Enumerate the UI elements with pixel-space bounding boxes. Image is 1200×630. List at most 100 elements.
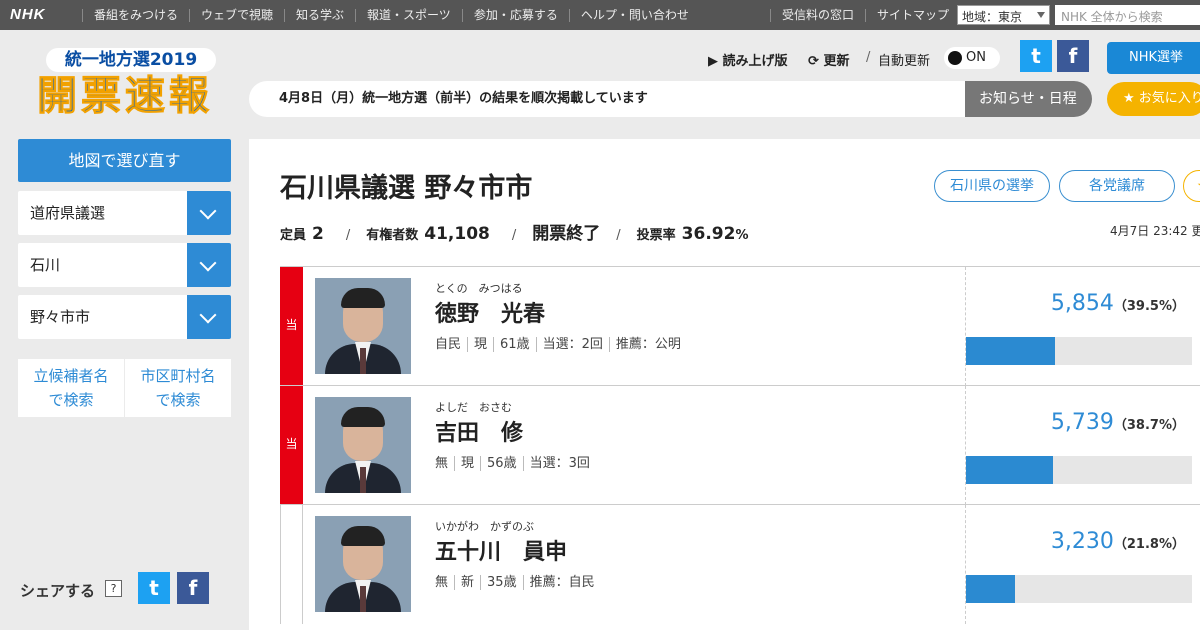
candidate-info-item: 推薦：自民: [522, 575, 601, 590]
share-label: シェアする: [20, 582, 96, 600]
district-select[interactable]: 野々市市: [18, 295, 231, 339]
prefecture-value: 石川: [30, 256, 61, 274]
candidate-info-item: 新: [454, 575, 481, 590]
candidate-name[interactable]: 吉田 修: [435, 415, 523, 447]
auto-refresh-toggle[interactable]: ON: [944, 47, 1000, 69]
candidate-row[interactable]: 当 よしだ おさむ 吉田 修無現 56歳 当選：3回 5,739（38.7%）: [280, 385, 1200, 505]
page-title: 石川県議選 野々市市: [280, 173, 533, 204]
candidate-info-item: 無: [435, 456, 449, 471]
candidate-row[interactable]: 当 とくの みつはる 徳野 光春 自民現 61歳 当選：2回 推薦：公明 5,854（39.5…: [280, 266, 1200, 386]
share-help-icon[interactable]: ?: [105, 580, 122, 597]
notice-schedule-button[interactable]: お知らせ・日程: [965, 81, 1092, 117]
vote-share-fill: [966, 337, 1056, 365]
seats-value: 2: [312, 224, 324, 244]
nav-fee-window[interactable]: 受信料の窓口: [770, 8, 865, 22]
vote-result: 5,739（38.7%）: [965, 386, 1200, 505]
vote-result: 5,854（39.5%）: [965, 267, 1200, 386]
search-by-candidate-button[interactable]: 立候補者名 で検索: [18, 359, 124, 417]
candidate-info-item: 現: [467, 337, 494, 352]
vote-count: 3,230: [1050, 529, 1114, 554]
candidate-info: 無新 35歳 推薦：自民: [435, 571, 601, 590]
search-candidate-line1: 立候補者名: [33, 367, 109, 385]
chevron-down-icon: [187, 243, 231, 287]
prefecture-select[interactable]: 石川: [18, 243, 231, 287]
facebook-icon: f: [1068, 44, 1078, 68]
play-icon: ▶: [708, 54, 718, 69]
photo-hair: [341, 288, 385, 308]
photo-tie: [360, 467, 366, 493]
chevron-down-icon: [187, 295, 231, 339]
refresh-button[interactable]: ⟳ 更新: [808, 50, 849, 69]
read-aloud-label: 読み上げ版: [722, 54, 788, 69]
candidate-info-item: 当選：2回: [535, 337, 609, 352]
news-ticker: 4月8日（月）統一地方選（前半）の結果を順次掲載しています: [249, 81, 965, 117]
map-reselect-button[interactable]: 地図で選び直す: [18, 139, 231, 182]
controls-separator: /: [866, 50, 871, 65]
global-nav-right: 受信料の窓口 サイトマップ: [770, 0, 960, 30]
stats-separator: /: [616, 228, 621, 243]
nav-find-programs[interactable]: 番組をみつける: [82, 8, 189, 22]
read-aloud-link[interactable]: ▶ 読み上げ版: [708, 50, 788, 69]
elected-badge: 当: [280, 267, 303, 386]
nav-news-sports[interactable]: 報道・スポーツ: [355, 8, 462, 22]
photo-hair: [341, 407, 385, 427]
stats-separator: /: [345, 228, 351, 243]
update-timestamp: 4月7日 23:42 更新: [1110, 224, 1200, 238]
vote-share-bar: [966, 575, 1192, 603]
candidate-photo: [315, 516, 411, 612]
election-type-select[interactable]: 道府県議選: [18, 191, 231, 235]
prefecture-elections-button[interactable]: 石川県の選挙: [934, 170, 1050, 202]
twitter-share-button[interactable]: t: [1020, 40, 1052, 72]
twitter-icon: t: [149, 576, 159, 600]
nav-participate[interactable]: 参加・応募する: [461, 8, 569, 22]
party-seats-button[interactable]: 各党議席: [1059, 170, 1175, 202]
vote-share-bar: [966, 337, 1192, 365]
nav-web-watch[interactable]: ウェブで視聴: [189, 8, 284, 22]
photo-tie: [360, 586, 366, 612]
candidate-info-item: 当選：3回: [522, 456, 596, 471]
turnout-unit: %: [735, 228, 749, 243]
logo-breaking-results: 開票速報: [37, 73, 213, 120]
refresh-icon: ⟳: [808, 54, 819, 69]
global-nav-left: 番組をみつける ウェブで視聴 知る学ぶ 報道・スポーツ 参加・応募する ヘルプ・…: [82, 0, 700, 30]
region-select[interactable]: 地域：東京: [957, 5, 1050, 25]
candidate-info-item: 35歳: [480, 575, 523, 590]
voters-value: 41,108: [424, 224, 490, 244]
turnout-label: 投票率: [636, 228, 676, 243]
site-search-input[interactable]: NHK 全体から検索: [1055, 5, 1200, 25]
elected-badge: 当: [280, 386, 303, 505]
candidate-info-item: 推薦：公明: [608, 337, 687, 352]
nav-help[interactable]: ヘルプ・問い合わせ: [568, 8, 700, 22]
favorite-star-icon[interactable]: ★: [1183, 170, 1200, 202]
candidate-info-item: 現: [454, 456, 481, 471]
nhk-logo[interactable]: NHK: [10, 6, 46, 23]
candidate-info-item: 61歳: [493, 337, 536, 352]
vote-percentage: （21.8%）: [1113, 537, 1185, 552]
candidate-info-item: 56歳: [480, 456, 523, 471]
auto-refresh-label: 自動更新: [878, 54, 931, 69]
toggle-state: ON: [966, 50, 986, 65]
nav-learn[interactable]: 知る学ぶ: [284, 8, 355, 22]
election-logo[interactable]: 統一地方選2019 開票速報: [20, 46, 230, 124]
district-value: 野々市市: [30, 308, 91, 326]
facebook-share-button[interactable]: f: [1057, 40, 1089, 72]
logo-election-year: 統一地方選2019: [46, 48, 216, 72]
candidate-row[interactable]: いかがわ かずのぶ 五十川 員申無新 35歳 推薦：自民 3,230（21.8%）: [280, 504, 1200, 624]
seats-label: 定員: [280, 228, 307, 243]
sidebar-facebook-button[interactable]: f: [177, 572, 209, 604]
vote-share-fill: [966, 575, 1016, 603]
vote-share-fill: [966, 456, 1054, 484]
search-by-municipality-button[interactable]: 市区町村名 で検索: [125, 359, 231, 417]
candidate-info: 自民現 61歳 当選：2回 推薦：公明: [435, 333, 687, 352]
candidate-name[interactable]: 徳野 光春: [435, 296, 545, 328]
turnout-value: 36.92: [681, 224, 736, 244]
favorite-button[interactable]: ★ お気に入り: [1107, 82, 1200, 116]
nhk-election-web-button[interactable]: NHK選挙WEB: [1107, 42, 1200, 97]
count-status: 開票終了: [532, 224, 601, 244]
sidebar-twitter-button[interactable]: t: [138, 572, 170, 604]
vote-count: 5,854: [1050, 291, 1114, 316]
candidate-name[interactable]: 五十川 員申: [435, 534, 567, 566]
toggle-knob: [948, 51, 962, 65]
facebook-icon: f: [188, 576, 198, 600]
nav-sitemap[interactable]: サイトマップ: [865, 8, 960, 22]
